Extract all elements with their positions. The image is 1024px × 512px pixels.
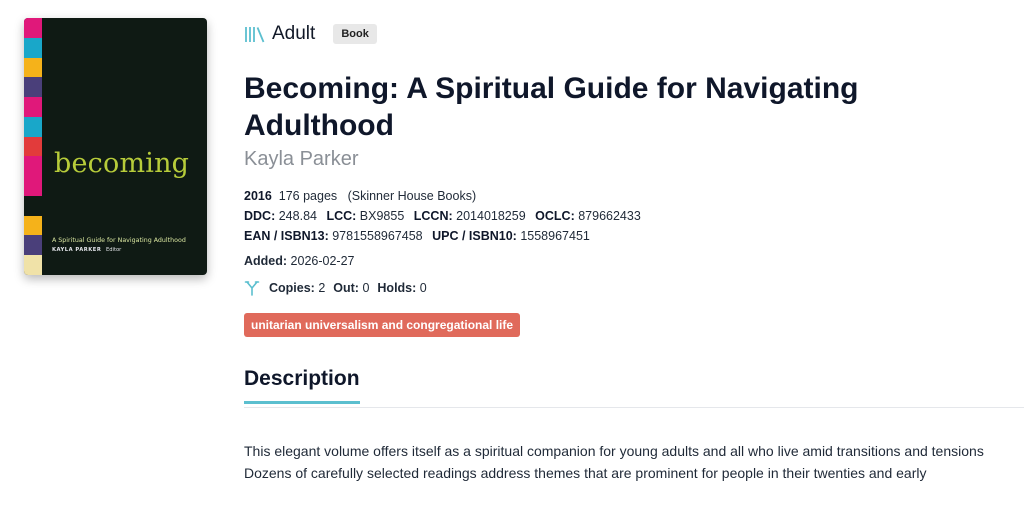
cover-stripe: [24, 176, 42, 196]
format-badge: Book: [333, 24, 377, 44]
isbn10-value: 1558967451: [520, 229, 590, 243]
cover-author-name: KAYLA PARKER: [52, 247, 102, 253]
oclc-label: OCLC:: [535, 209, 575, 223]
cover-stripe: [24, 235, 42, 256]
cover-stripe: [24, 195, 42, 216]
copies-count: Copies: 2: [269, 281, 325, 295]
cover-stripe: [24, 37, 42, 58]
page-count: 176 pages: [278, 189, 338, 203]
subject-tag[interactable]: unitarian universalism and congregationa…: [244, 313, 521, 337]
out-count: Out: 0: [333, 281, 369, 295]
publication-line: 2016 176 pages (Skinner House Books): [244, 186, 1024, 206]
isbn10-label: UPC / ISBN10:: [432, 229, 517, 243]
cover-stripe: [24, 18, 42, 38]
holds-count: Holds: 0: [377, 281, 426, 295]
description-tab-bar: Description: [244, 367, 1024, 408]
cover-subtitle: A Spiritual Guide for Navigating Adultho…: [52, 237, 186, 244]
isbn13-value: 9781558967458: [332, 229, 423, 243]
added-label: Added:: [244, 254, 288, 268]
copies-label: Copies:: [269, 281, 315, 295]
out-value: 0: [362, 281, 370, 295]
oclc-value: 879662433: [578, 209, 641, 223]
book-title: Becoming: A Spiritual Guide for Navigati…: [244, 72, 859, 142]
isbn13-label: EAN / ISBN13:: [244, 229, 329, 243]
lccn-label: LCCN:: [413, 209, 453, 223]
description-text: This elegant volume offers itself as a s…: [244, 443, 984, 481]
cover-stripe: [24, 136, 42, 157]
ddc-value: 248.84: [278, 209, 317, 223]
out-label: Out:: [333, 281, 359, 295]
availability-row: Copies: 2 Out: 0 Holds: 0: [244, 280, 1024, 296]
branch-icon: [244, 281, 260, 296]
holds-value: 0: [419, 281, 427, 295]
copies-value: 2: [318, 281, 326, 295]
record-details: Adult Book Becoming: A Spiritual Guide f…: [244, 20, 1024, 484]
lccn-value: 2014018259: [456, 209, 526, 223]
lcc-label: LCC:: [326, 209, 357, 223]
cover-stripe: [24, 156, 42, 177]
cover-stripe: [24, 116, 42, 137]
publisher: (Skinner House Books): [347, 189, 477, 203]
cover-stripe: [24, 97, 42, 117]
cover-stripe: [24, 215, 42, 236]
book-author[interactable]: Kayla Parker: [244, 146, 1024, 172]
bibliographic-metadata: 2016 176 pages (Skinner House Books) DDC…: [244, 186, 1024, 246]
ddc-label: DDC:: [244, 209, 276, 223]
holds-label: Holds:: [377, 281, 417, 295]
audience-label: Adult: [272, 23, 316, 44]
audience-row: Adult Book: [244, 20, 1024, 48]
identifier-line: EAN / ISBN13: 9781558967458 UPC / ISBN10…: [244, 226, 1024, 246]
cover-author: KAYLA PARKER Editor: [52, 247, 121, 253]
added-date-line: Added: 2026-02-27: [244, 254, 1024, 268]
cover-stripe: [24, 77, 42, 98]
cover-stripe: [24, 255, 42, 275]
books-icon: [245, 27, 265, 43]
cover-stripe: [24, 57, 42, 78]
book-cover: becoming A Spiritual Guide for Navigatin…: [24, 18, 207, 275]
tab-description[interactable]: Description: [244, 367, 360, 404]
classification-line: DDC: 248.84 LCC: BX9855 LCCN: 2014018259…: [244, 206, 1024, 226]
catalog-record-page: becoming A Spiritual Guide for Navigatin…: [0, 0, 1024, 512]
cover-color-stripes: [24, 18, 42, 275]
lcc-value: BX9855: [359, 209, 405, 223]
publication-year: 2016: [244, 189, 272, 203]
added-value: 2026-02-27: [290, 254, 355, 268]
cover-title: becoming: [54, 148, 190, 179]
cover-editor-label: Editor: [105, 247, 122, 253]
